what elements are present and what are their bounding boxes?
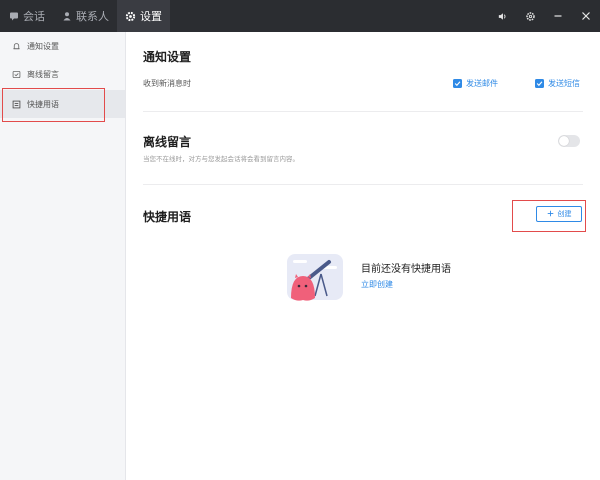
divider (143, 111, 583, 112)
tab-contacts[interactable]: 联系人 (53, 0, 117, 32)
sidebar-item-label: 通知设置 (27, 41, 59, 51)
check-icon (453, 79, 462, 88)
gear-icon (125, 11, 136, 22)
empty-title: 目前还没有快捷用语 (361, 264, 451, 275)
settings-icon[interactable] (516, 0, 544, 32)
section-title-notify: 通知设置 (143, 50, 192, 64)
offline-toggle[interactable] (558, 135, 580, 147)
section-title-offline: 离线留言 (143, 135, 192, 149)
toggle-knob (559, 136, 569, 146)
tab-settings[interactable]: 设置 (117, 0, 170, 32)
divider (143, 184, 583, 185)
check-icon (535, 79, 544, 88)
empty-illustration (283, 250, 347, 306)
checkbox-label: 发送邮件 (466, 79, 498, 88)
contacts-icon (61, 11, 72, 22)
plus-icon (547, 210, 554, 219)
create-button[interactable]: 创建 (536, 206, 582, 222)
close-icon[interactable] (572, 0, 600, 32)
chat-icon (8, 11, 19, 22)
section-title-quick-reply: 快捷用语 (143, 210, 192, 224)
minimize-icon[interactable] (544, 0, 572, 32)
sidebar-item-offline[interactable]: 离线留言 (0, 60, 125, 88)
sidebar-item-notify[interactable]: 通知设置 (0, 32, 125, 60)
settings-panel: 通知设置 收到新消息时 发送邮件 发送短信 离线留言 当您不在线时，对方与您发起… (127, 32, 600, 480)
speaker-icon[interactable] (488, 0, 516, 32)
tab-label: 设置 (140, 10, 162, 23)
highlight-box (2, 88, 105, 122)
tab-label: 会话 (23, 10, 45, 23)
bell-icon (11, 41, 21, 51)
offline-hint: 当您不在线时，对方与您发起会话将会看到留言内容。 (143, 155, 299, 163)
tab-chat[interactable]: 会话 (0, 0, 53, 32)
checkbox-email[interactable]: 发送邮件 (453, 78, 498, 89)
checkbox-label: 发送短信 (548, 79, 580, 88)
window-controls (488, 0, 600, 32)
checkbox-sms[interactable]: 发送短信 (535, 78, 580, 89)
title-bar: 会话 联系人 设置 (0, 0, 600, 32)
tab-label: 联系人 (76, 10, 109, 23)
create-label: 创建 (557, 210, 572, 218)
create-now-link[interactable]: 立即创建 (361, 279, 393, 290)
sidebar-item-label: 离线留言 (27, 69, 59, 79)
message-icon (11, 69, 21, 79)
notify-label: 收到新消息时 (143, 79, 191, 88)
